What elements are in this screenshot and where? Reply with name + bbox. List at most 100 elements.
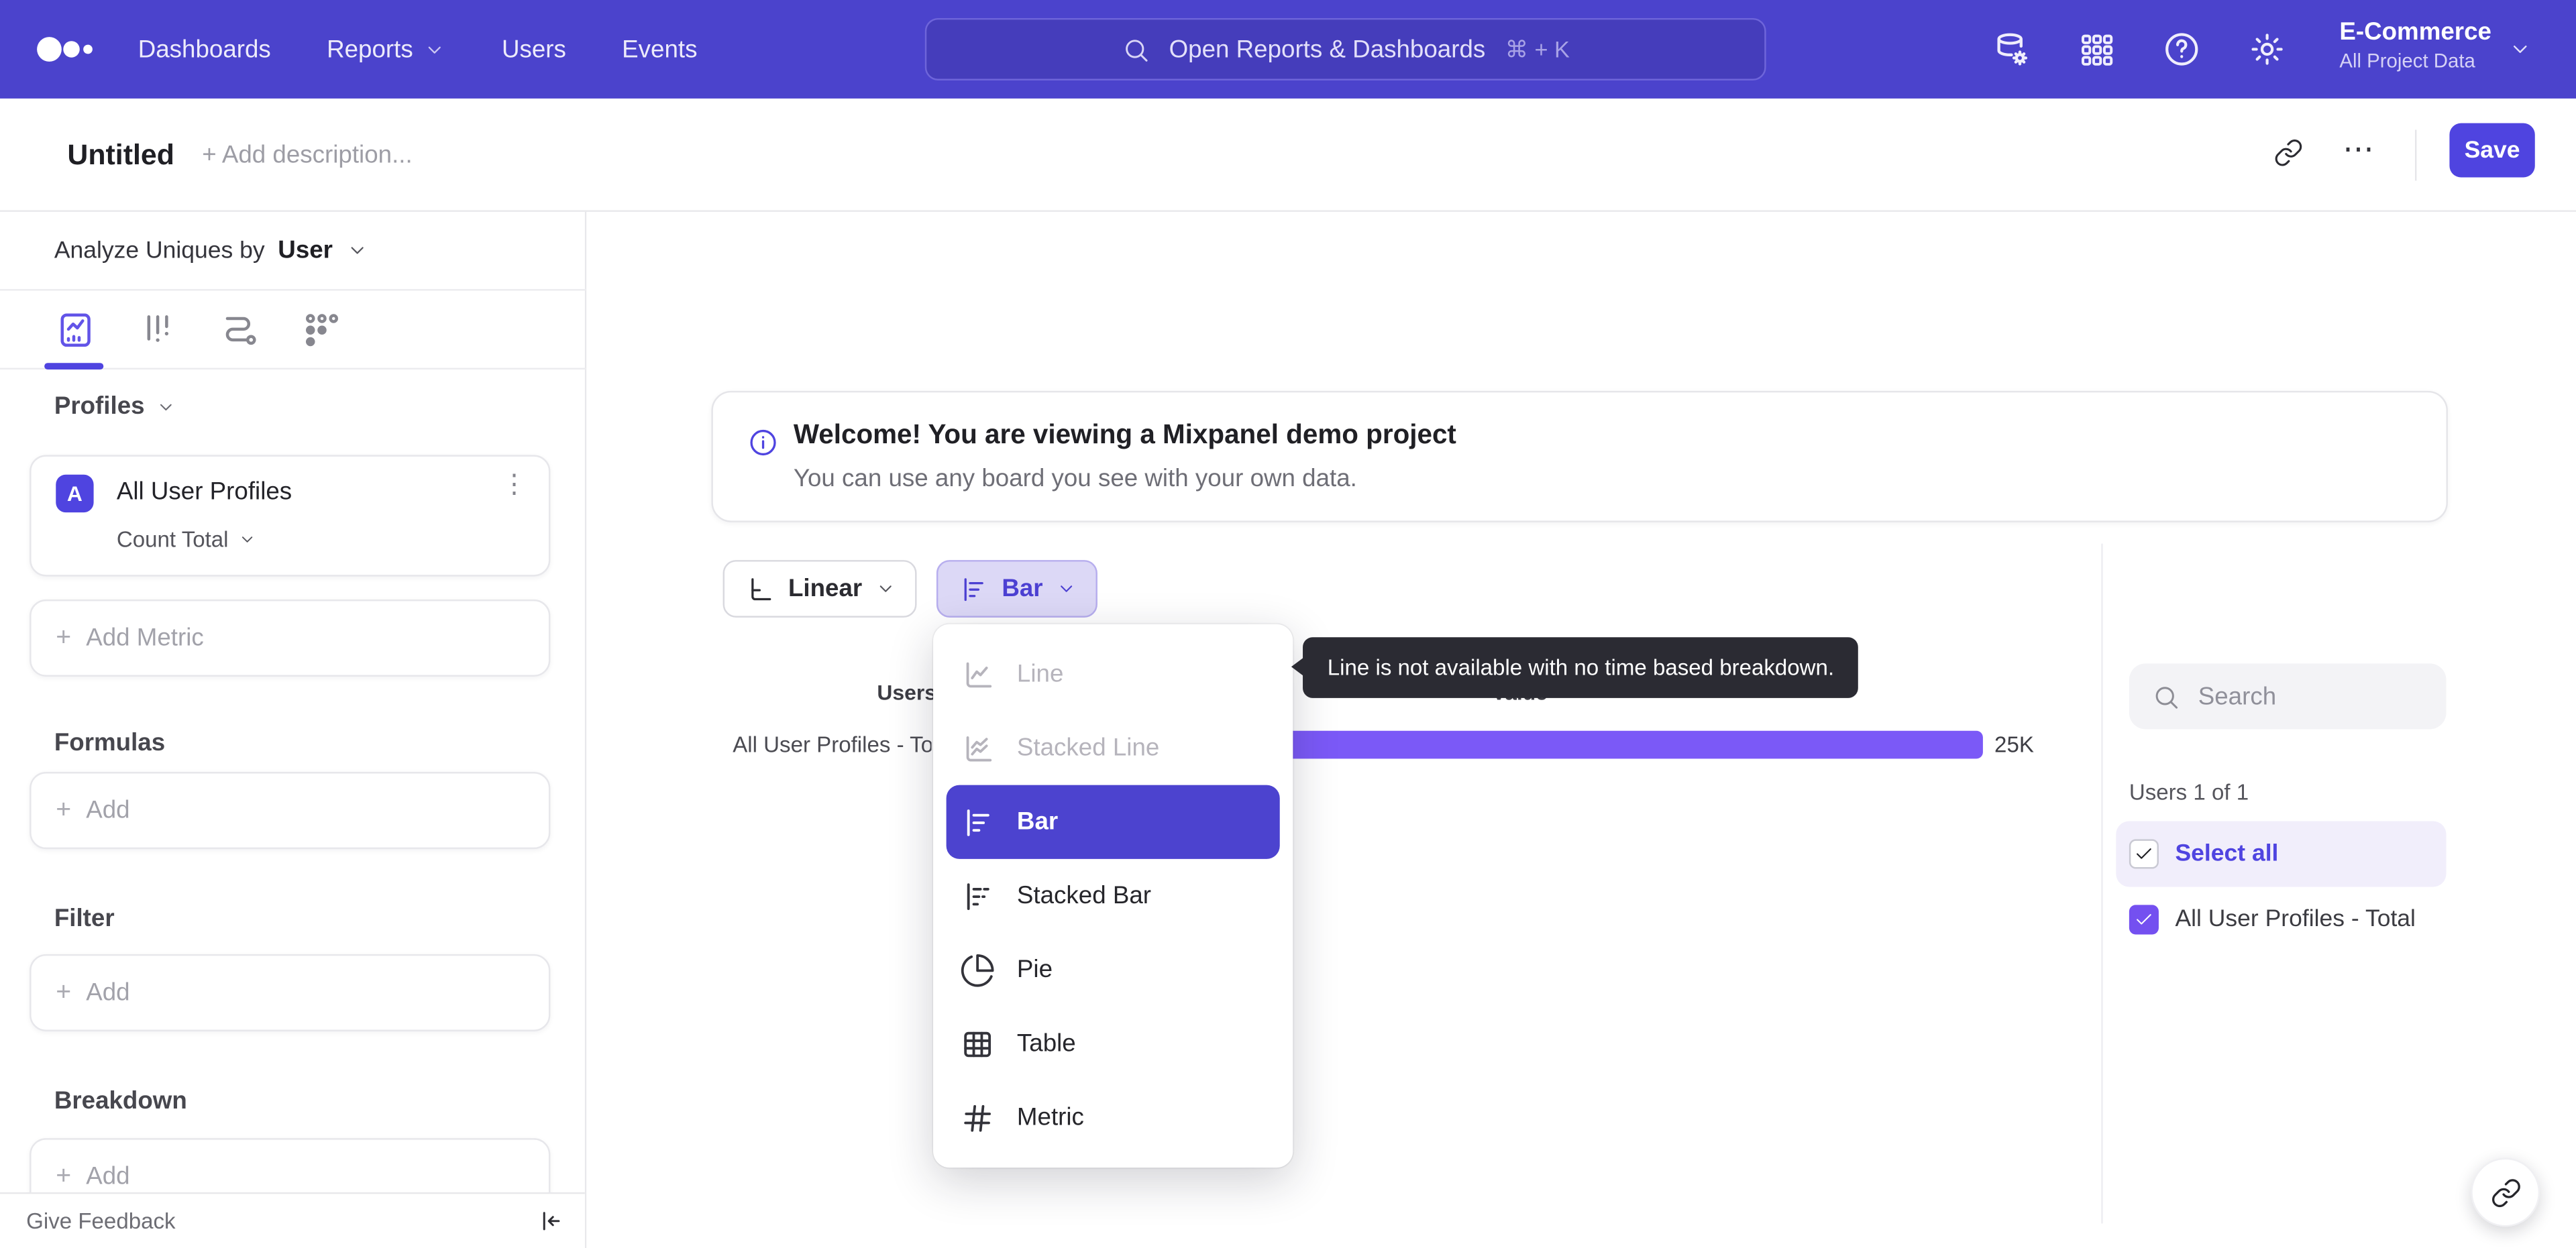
profiles-section-header[interactable]: Profiles: [54, 392, 176, 420]
report-canvas: Welcome! You are viewing a Mixpanel demo…: [586, 211, 2576, 1248]
menu-item-table[interactable]: Table: [933, 1007, 1293, 1080]
bar-chart-icon: [964, 577, 983, 600]
metric-card[interactable]: A All User Profiles ⋮ Count Total: [30, 455, 551, 577]
chart-type-label: Bar: [1002, 575, 1043, 603]
menu-item-label: Metric: [1016, 1103, 1084, 1132]
mixpanel-app: Dashboards Reports Users Events Open Rep…: [0, 0, 2576, 1248]
report-title[interactable]: Untitled: [67, 138, 174, 172]
project-name: E-Commerce: [2339, 17, 2491, 46]
chart-type-button[interactable]: Bar: [936, 560, 1097, 618]
stacked-bar-chart-icon: [967, 883, 989, 909]
stacked-line-chart-icon: [966, 735, 992, 761]
nav-label: Dashboards: [138, 35, 271, 64]
select-all-label: Select all: [2175, 840, 2279, 868]
add-label: Add: [86, 796, 130, 825]
series-checkbox[interactable]: [2129, 905, 2159, 935]
plus-icon: +: [56, 623, 72, 652]
info-icon: [750, 429, 776, 456]
menu-item-stacked-bar[interactable]: Stacked Bar: [933, 859, 1293, 933]
filter-section-header: Filter: [54, 905, 115, 933]
more-options-icon[interactable]: ⋯: [2343, 131, 2375, 169]
give-feedback-link[interactable]: Give Feedback: [26, 1208, 175, 1233]
bar-row-label: All User Profiles - Total: [733, 732, 932, 757]
metric-badge: A: [56, 474, 94, 513]
add-formula-button[interactable]: + Add: [30, 772, 551, 850]
menu-item-pie[interactable]: Pie: [933, 933, 1293, 1007]
help-icon[interactable]: [2162, 30, 2202, 69]
apps-grid-icon[interactable]: [2078, 30, 2116, 68]
add-metric-button[interactable]: + Add Metric: [30, 599, 551, 677]
chart-type-menu: Line Stacked Line Bar Stacked Bar Pie Ta…: [933, 624, 1293, 1168]
kebab-menu-icon[interactable]: ⋮: [501, 472, 527, 499]
search-shortcut: ⌘ + K: [1505, 35, 1570, 62]
plus-icon: +: [56, 978, 72, 1007]
add-label: Add: [86, 978, 130, 1007]
nav-label: Reports: [327, 35, 413, 64]
scale-selector-button[interactable]: Linear: [722, 560, 917, 618]
header-divider: [2415, 129, 2417, 181]
plus-icon: +: [56, 795, 72, 824]
nav-reports[interactable]: Reports: [327, 35, 446, 64]
menu-item-bar[interactable]: Bar: [946, 785, 1280, 859]
menu-item-stacked-line[interactable]: Stacked Line: [933, 711, 1293, 785]
pie-chart-icon: [961, 953, 994, 986]
data-management-icon[interactable]: [1991, 29, 2032, 70]
add-filter-button[interactable]: + Add: [30, 954, 551, 1031]
menu-item-label: Bar: [1016, 807, 1059, 836]
table-icon: [964, 1031, 991, 1057]
copy-link-icon[interactable]: [2273, 138, 2303, 168]
collapse-sidebar-icon[interactable]: [537, 1207, 566, 1235]
mixpanel-logo-icon[interactable]: [36, 25, 102, 74]
share-link-fab[interactable]: [2471, 1157, 2540, 1227]
disabled-option-tooltip: Line is not available with no time based…: [1291, 637, 1859, 698]
search-placeholder: Open Reports & Dashboards: [1169, 35, 1486, 64]
breakdown-heading: Breakdown: [54, 1087, 187, 1115]
check-icon: [2137, 848, 2151, 859]
analyze-uniques-control[interactable]: Analyze Uniques by User: [54, 236, 368, 265]
report-type-tabs: [0, 290, 587, 370]
select-all-checkbox[interactable]: [2129, 839, 2159, 869]
tab-flows-icon[interactable]: [219, 308, 262, 351]
select-all-row[interactable]: Select all: [2116, 821, 2447, 887]
menu-item-label: Table: [1016, 1029, 1076, 1058]
save-button[interactable]: Save: [2449, 123, 2535, 178]
column-header-users: Users: [877, 679, 936, 705]
chevron-down-icon: [429, 46, 441, 53]
bar-chart-icon: [967, 808, 989, 836]
link-icon: [2491, 1178, 2520, 1206]
series-search-input[interactable]: [2198, 682, 2412, 711]
menu-item-line[interactable]: Line: [933, 637, 1293, 711]
add-description-field[interactable]: + Add description...: [202, 141, 412, 170]
tab-funnels-icon[interactable]: [136, 308, 179, 351]
scale-label: Linear: [788, 575, 863, 603]
nav-events[interactable]: Events: [622, 36, 697, 64]
demo-banner: Welcome! You are viewing a Mixpanel demo…: [711, 390, 2448, 522]
project-switcher[interactable]: E-Commerce All Project Data: [2339, 16, 2491, 74]
nav-label: Users: [501, 35, 566, 64]
tab-retention-icon[interactable]: [301, 308, 343, 351]
analyze-entity-value: User: [278, 236, 333, 265]
tab-insights-icon[interactable]: [54, 308, 97, 351]
chevron-down-icon: [350, 247, 363, 254]
nav-users[interactable]: Users: [502, 36, 566, 64]
project-scope: All Project Data: [2339, 49, 2475, 72]
search-icon: [1125, 39, 1147, 61]
chevron-down-icon: [160, 403, 172, 410]
series-search[interactable]: [2129, 663, 2447, 730]
chevron-down-icon: [1060, 585, 1072, 592]
search-icon: [2155, 686, 2178, 708]
primary-nav: Dashboards Reports Users Events: [138, 0, 698, 99]
global-search-button[interactable]: Open Reports & Dashboards ⌘ + K: [924, 17, 1766, 81]
settings-gear-icon[interactable]: [2247, 30, 2287, 69]
menu-item-label: Pie: [1016, 956, 1053, 984]
aggregation-selector[interactable]: Count Total: [117, 527, 256, 552]
query-sidebar: Analyze Uniques by User Profiles A All U…: [0, 211, 587, 1248]
plus-icon: +: [56, 1161, 72, 1190]
add-label: Add: [86, 1162, 130, 1191]
nav-dashboards[interactable]: Dashboards: [138, 36, 271, 64]
series-item-label: All User Profiles - Total: [2175, 906, 2416, 933]
menu-item-metric[interactable]: Metric: [933, 1080, 1293, 1154]
banner-subtitle: You can use any board you see with your …: [793, 465, 1357, 493]
series-item-row[interactable]: All User Profiles - Total: [2116, 890, 2446, 949]
aggregation-value: Count Total: [116, 527, 229, 552]
